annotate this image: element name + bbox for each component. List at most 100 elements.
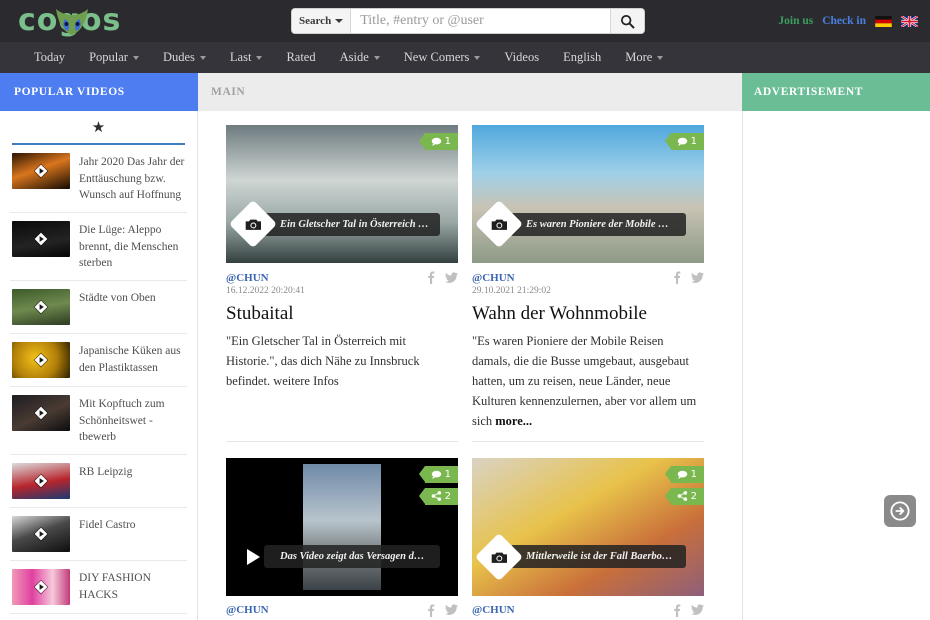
twitter-icon[interactable]: [691, 604, 704, 616]
sidebar-video-item[interactable]: DIY FASHION HACKS: [10, 561, 187, 615]
chevron-down-icon: [256, 55, 263, 60]
video-thumbnail[interactable]: [12, 289, 70, 326]
facebook-icon[interactable]: [427, 604, 435, 617]
sidebar-video-item[interactable]: Jahr 2020 Das Jahr der Enttäuschung bzw.…: [10, 145, 187, 214]
sidebar-video-item[interactable]: Fidel Castro: [10, 508, 187, 562]
card-author[interactable]: @CHUN: [226, 272, 269, 284]
facebook-icon[interactable]: [673, 271, 681, 284]
card-overlay-text: Das Video zeigt das Versagen des Wes...: [264, 545, 440, 569]
comment-badge[interactable]: 1: [418, 133, 458, 150]
nav-item-new-comers[interactable]: New Comers: [392, 42, 493, 73]
photo-badge[interactable]: [228, 199, 278, 249]
sidebar-video-title: RB Leipzig: [79, 466, 133, 479]
play-icon: [33, 405, 49, 421]
card-author[interactable]: @CHUN: [472, 272, 515, 284]
german-flag-icon[interactable]: [875, 15, 892, 27]
comment-badge[interactable]: 1: [664, 133, 704, 150]
main-label: MAIN: [211, 86, 246, 98]
card-overlay: Mittlerweile ist der Fall Baerbock ein..…: [474, 532, 686, 581]
sidebar-video-item[interactable]: RB Leipzig: [10, 455, 187, 509]
card-badges: 1: [664, 133, 704, 150]
advertisement-header: ADVERTISEMENT: [742, 73, 930, 111]
video-thumbnail[interactable]: [12, 342, 70, 379]
search-bar: Search: [292, 9, 644, 33]
twitter-icon[interactable]: [445, 604, 458, 616]
twitter-icon[interactable]: [445, 271, 458, 284]
star-icon: ★: [91, 119, 106, 136]
nav-item-dudes[interactable]: Dudes: [151, 42, 218, 73]
card-date: 29.10.2021 21:29:02: [472, 286, 551, 296]
card-overlay: Es waren Pioniere der Mobile Reisen ...: [474, 199, 686, 249]
comment-icon: [677, 470, 687, 479]
nav-item-label: English: [563, 50, 602, 64]
video-thumbnail[interactable]: [12, 221, 70, 258]
nav-item-last[interactable]: Last: [218, 42, 275, 73]
video-thumbnail[interactable]: [12, 153, 70, 189]
nav-item-today[interactable]: Today: [22, 42, 77, 73]
video-thumbnail[interactable]: [12, 516, 70, 553]
card-author[interactable]: @CHUN: [226, 604, 269, 616]
chevron-down-icon: [335, 19, 344, 23]
video-thumbnail[interactable]: [12, 463, 70, 500]
search-scope-label: Search: [299, 15, 332, 27]
search-input[interactable]: [351, 9, 610, 33]
nav-item-label: Last: [229, 50, 252, 64]
photo-badge[interactable]: [474, 532, 524, 581]
card-media[interactable]: 1 Ein Gletscher Tal in Österreich mit H..…: [226, 125, 458, 263]
card-overlay: Das Video zeigt das Versagen des Wes...: [236, 540, 440, 574]
sidebar-video-title: Jahr 2020 Das Jahr der Enttäuschung bzw.…: [79, 156, 185, 202]
chevron-down-icon: [373, 55, 380, 60]
nav-item-more[interactable]: More: [613, 42, 675, 73]
play-button[interactable]: [229, 533, 277, 581]
card-media[interactable]: 1 Es waren Pioniere der Mobile Reisen ...: [472, 125, 704, 263]
top-bar: cogos Search Join us Check in: [0, 0, 930, 42]
twitter-icon[interactable]: [691, 271, 704, 284]
card-media[interactable]: 1 2 Mittlerweile ist der Fall Baerbock ein…: [472, 457, 704, 596]
nav-item-popular[interactable]: Popular: [77, 42, 151, 73]
share-badge[interactable]: 2: [418, 487, 458, 505]
nav-item-english[interactable]: English: [551, 42, 613, 73]
comment-badge[interactable]: 1: [664, 465, 704, 483]
video-card: 1 Es waren Pioniere der Mobile Reisen ...…: [472, 125, 704, 442]
card-date: [226, 617, 458, 619]
facebook-icon[interactable]: [427, 271, 435, 284]
video-thumbnail[interactable]: [12, 395, 70, 432]
popular-videos-label: POPULAR VIDEOS: [14, 86, 125, 98]
camera-icon: [491, 552, 507, 563]
sidebar-video-item[interactable]: Mit Kopftuch zum Schönheitswet - tbewerb: [10, 387, 187, 456]
card-overlay-text: Mittlerweile ist der Fall Baerbock ein..…: [510, 545, 686, 569]
card-author[interactable]: @CHUN: [472, 604, 515, 616]
video-thumbnail[interactable]: [12, 569, 70, 606]
card-title[interactable]: Stubaital: [226, 303, 458, 325]
next-page-button[interactable]: [884, 495, 916, 527]
uk-flag-icon[interactable]: [901, 15, 918, 27]
card-media[interactable]: 1 2 Das Video zeigt das Versagen des Wes..…: [226, 457, 458, 596]
nav-item-label: Popular: [89, 50, 128, 64]
join-us-link[interactable]: Join us: [778, 15, 813, 27]
card-meta: @CHUN: [226, 596, 458, 617]
chevron-down-icon: [132, 55, 139, 60]
photo-badge[interactable]: [474, 199, 524, 249]
comment-icon: [677, 137, 687, 146]
card-badges: 1: [418, 133, 458, 150]
check-in-link[interactable]: Check in: [822, 15, 866, 27]
share-badge[interactable]: 2: [664, 487, 704, 505]
sidebar-video-item[interactable]: Japanische Küken aus den Plastiktassen: [10, 334, 187, 388]
search-icon: [620, 14, 635, 28]
facebook-icon[interactable]: [673, 604, 681, 617]
sidebar-video-item[interactable]: Städte von Oben: [10, 281, 187, 335]
card-title[interactable]: Wahn der Wohnmobile: [472, 303, 704, 325]
play-icon: [33, 231, 49, 247]
read-more-link[interactable]: more...: [495, 414, 532, 428]
site-logo[interactable]: cogos: [18, 4, 148, 38]
nav-item-videos[interactable]: Videos: [492, 42, 551, 73]
nav-item-rated[interactable]: Rated: [274, 42, 327, 73]
comment-badge[interactable]: 1: [418, 465, 458, 483]
nav-item-aside[interactable]: Aside: [328, 42, 392, 73]
sidebar-video-title: Japanische Küken aus den Plastiktassen: [79, 345, 181, 374]
comment-icon: [431, 470, 441, 479]
sidebar-video-item[interactable]: Die Lüge: Aleppo brennt, die Menschen st…: [10, 213, 187, 282]
card-badges: 12: [664, 465, 704, 505]
search-submit-button[interactable]: [610, 9, 644, 33]
search-scope-dropdown[interactable]: Search: [292, 9, 352, 33]
